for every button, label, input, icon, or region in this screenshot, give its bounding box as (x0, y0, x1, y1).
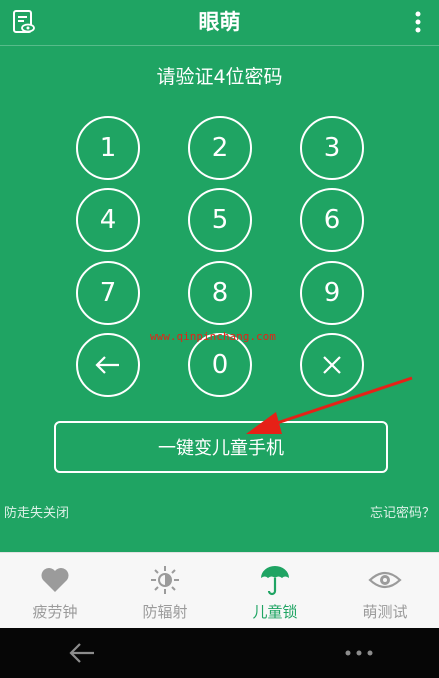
key-3[interactable]: 3 (300, 116, 364, 180)
heart-icon (38, 563, 72, 597)
tab-eye-test[interactable]: 萌测试 (330, 553, 439, 629)
more-icon[interactable] (403, 7, 433, 37)
bottom-tab-bar: 疲劳钟 防辐射 儿童锁 萌测试 (0, 552, 439, 629)
umbrella-icon (258, 563, 292, 597)
back-arrow-icon[interactable] (68, 641, 96, 665)
tab-label: 防辐射 (142, 603, 188, 621)
tab-label: 萌测试 (362, 603, 408, 621)
anti-lost-toggle-link[interactable]: 防走失关闭 (4, 502, 69, 521)
key-1[interactable]: 1 (76, 116, 140, 180)
watermark-text: www.qinpinchang.com (150, 330, 276, 343)
eye-icon (368, 563, 402, 597)
key-5[interactable]: 5 (188, 188, 252, 252)
top-bar: 眼萌 (0, 0, 439, 44)
tab-child-lock[interactable]: 儿童锁 (220, 553, 330, 629)
key-4[interactable]: 4 (76, 188, 140, 252)
key-2[interactable]: 2 (188, 116, 252, 180)
key-7[interactable]: 7 (76, 261, 140, 325)
key-8[interactable]: 8 (188, 261, 252, 325)
tab-anti-radiation[interactable]: 防辐射 (110, 553, 220, 629)
key-6[interactable]: 6 (300, 188, 364, 252)
tab-label: 疲劳钟 (32, 603, 78, 621)
header-divider (0, 45, 439, 46)
tab-fatigue-clock[interactable]: 疲劳钟 (0, 553, 110, 629)
arrow-left-icon (95, 356, 119, 374)
password-prompt: 请验证4位密码 (156, 66, 283, 88)
forgot-password-link[interactable]: 忘记密码？ (370, 502, 435, 521)
more-dots-icon[interactable] (344, 649, 374, 657)
backspace-key[interactable] (76, 333, 140, 397)
sun-icon (148, 563, 182, 597)
system-nav-bar (0, 628, 439, 678)
key-9[interactable]: 9 (300, 261, 364, 325)
annotation-arrow-icon (246, 376, 413, 434)
tab-label: 儿童锁 (252, 603, 298, 621)
app-title: 眼萌 (198, 10, 241, 34)
